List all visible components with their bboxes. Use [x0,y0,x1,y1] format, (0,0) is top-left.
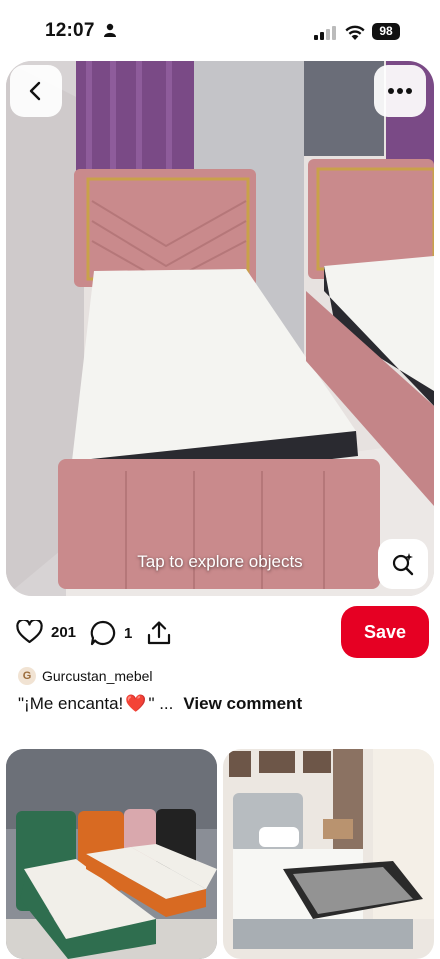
related-pin-image [6,749,217,959]
top-comment: "¡Me encanta! ❤️ " ... View comment [18,694,302,714]
share-icon [147,621,171,645]
comment-button[interactable]: 1 [90,620,132,646]
status-time: 12:07 [45,20,95,41]
comment-bubble-icon [90,620,116,646]
comment-author[interactable]: G Gurcustan_mebel [18,667,153,685]
like-count: 201 [51,623,77,641]
comment-count: 1 [124,624,133,642]
avatar[interactable]: G [18,667,36,685]
related-pin[interactable] [223,749,434,959]
red-heart-emoji: ❤️ [125,694,147,713]
chevron-left-icon [29,81,41,101]
back-button[interactable] [10,65,62,117]
comment-text-end: " ... [148,694,174,713]
related-pin[interactable] [6,749,217,959]
view-comment-link[interactable]: View comment [183,694,302,714]
like-button[interactable]: 201 [16,620,76,644]
explore-objects-hint[interactable]: Tap to explore objects [6,552,434,572]
pin-image[interactable]: Tap to explore objects [6,61,434,596]
visual-search-button[interactable] [378,539,428,589]
bed-photo [6,61,434,596]
more-horizontal-icon [388,88,412,94]
pin-actions: 201 1 Save [0,600,440,664]
related-pin-image [223,749,434,959]
person-icon [104,23,116,37]
status-bar: 12:07 98 [0,0,440,60]
share-button[interactable] [146,620,172,646]
wifi-icon [345,25,365,40]
battery-indicator: 98 [372,23,400,40]
cellular-signal-icon [314,26,336,40]
visual-search-icon [392,553,414,576]
heart-outline-icon [16,620,43,644]
more-options-button[interactable] [374,65,426,117]
author-name[interactable]: Gurcustan_mebel [42,668,153,684]
save-button[interactable]: Save [341,606,429,658]
comment-text-start: "¡Me encanta! [18,694,124,713]
